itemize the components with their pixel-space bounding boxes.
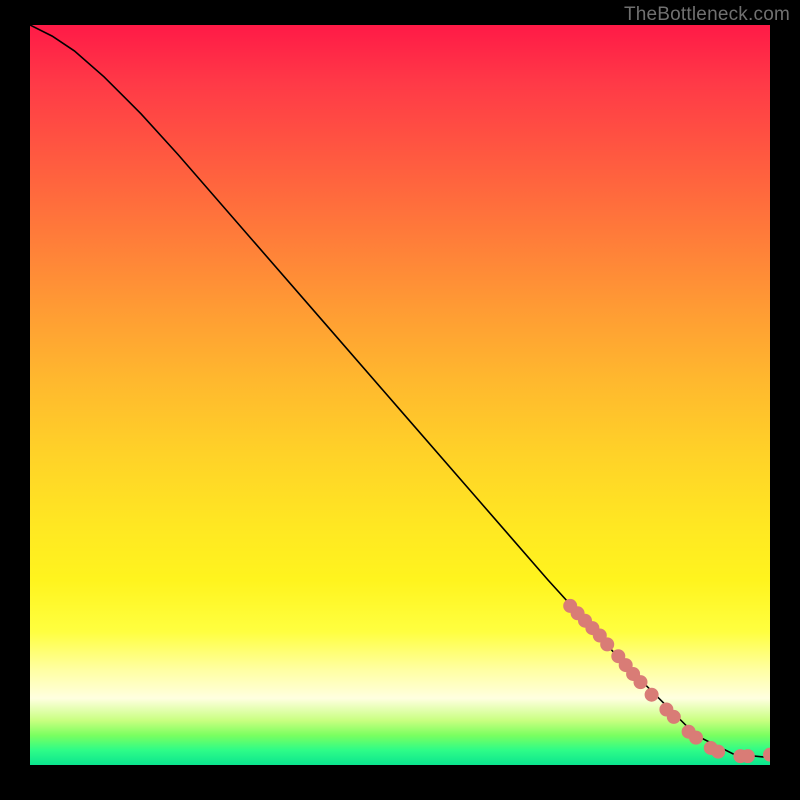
watermark-text: TheBottleneck.com [624,4,790,26]
data-point [690,731,703,744]
curve-line [30,25,770,758]
chart-stage: TheBottleneck.com [0,0,800,800]
data-point [645,688,658,701]
points-group [564,599,770,762]
data-point [601,638,614,651]
data-point [667,710,680,723]
chart-overlay [30,25,770,765]
data-point [634,676,647,689]
data-point [764,748,771,761]
data-point [741,750,754,763]
data-point [712,745,725,758]
